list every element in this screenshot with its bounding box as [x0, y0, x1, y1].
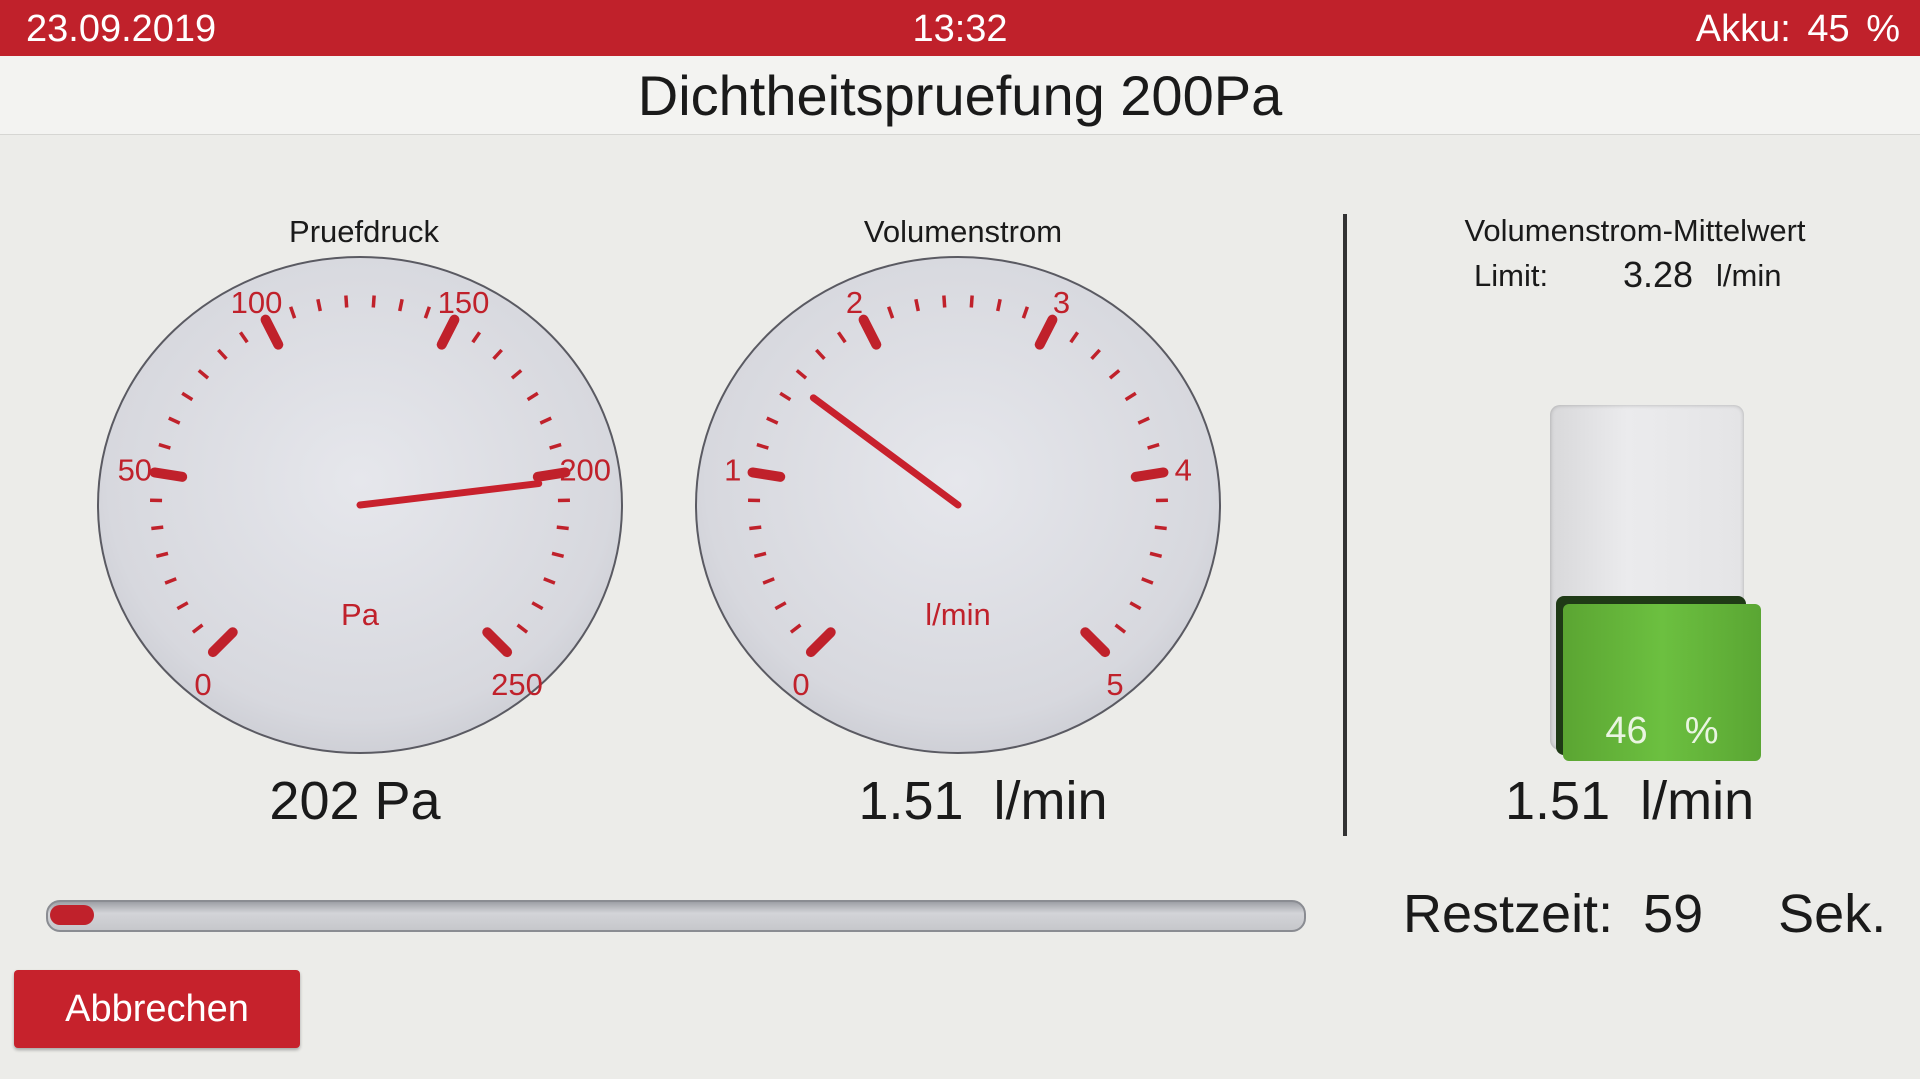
gauge-unit-label: Pa: [341, 597, 380, 632]
flow-readout: 1.51 l/min: [858, 771, 1108, 831]
minor-tick: [151, 525, 164, 531]
minor-tick: [371, 295, 376, 308]
gauge-label-pruefdruck: Pruefdruck: [289, 214, 439, 249]
flow-gauge: 0 1 2 3 4 5 l/min: [695, 256, 1221, 754]
pressure-readout: 202 Pa: [269, 771, 441, 831]
major-tick: [149, 467, 188, 482]
test-progress-bar: [46, 900, 1306, 932]
tick-label: 0: [194, 667, 211, 702]
mittelwert-bar-percent: 46 %: [1605, 710, 1719, 752]
remaining-time: Restzeit: 59 Sek.: [1403, 884, 1887, 944]
minor-tick: [914, 298, 920, 312]
tick-label: 200: [559, 452, 611, 487]
tick-label: 50: [118, 452, 152, 487]
test-progress-fill: [50, 905, 94, 925]
status-bar: 23.09.2019 13:32 Akku: 45 %: [0, 0, 1920, 56]
clock: 13:32: [912, 8, 1008, 50]
mittelwert-title: Volumenstrom-Mittelwert: [1464, 213, 1806, 248]
tick-label: 150: [438, 285, 490, 320]
minor-tick: [398, 298, 404, 312]
minor-tick: [556, 525, 569, 531]
major-tick: [747, 467, 786, 482]
mittelwert-value: 1.51 l/min: [1505, 771, 1755, 831]
minor-tick: [969, 295, 974, 308]
gauge-label-volumenstrom: Volumenstrom: [863, 214, 1063, 249]
divider: [1343, 214, 1347, 836]
tick-label: 250: [491, 667, 543, 702]
tick-label: 2: [846, 285, 863, 320]
tick-label: 5: [1106, 667, 1123, 702]
gauge-unit-label: l/min: [925, 597, 990, 632]
minor-tick: [942, 295, 947, 308]
tick-label: 100: [231, 285, 283, 320]
minor-tick: [316, 298, 322, 312]
tick-label: 4: [1175, 452, 1192, 487]
minor-tick: [344, 295, 349, 308]
tick-label: 3: [1053, 285, 1070, 320]
major-tick: [1130, 467, 1169, 482]
minor-tick: [996, 298, 1002, 312]
cancel-button[interactable]: Abbrechen: [14, 970, 300, 1048]
limit-label: Limit:: [1474, 258, 1549, 293]
limit-unit: l/min: [1716, 258, 1782, 293]
battery-status: Akku: 45 %: [1695, 8, 1900, 50]
tick-label: 1: [724, 452, 741, 487]
limit-value: 3.28: [1623, 254, 1694, 295]
minor-tick: [1154, 525, 1167, 531]
tick-label: 0: [792, 667, 809, 702]
pressure-gauge: 0 50 100 150 200 250 Pa: [97, 256, 623, 754]
page-title: Dichtheitspruefung 200Pa: [637, 64, 1283, 127]
minor-tick: [749, 525, 762, 531]
